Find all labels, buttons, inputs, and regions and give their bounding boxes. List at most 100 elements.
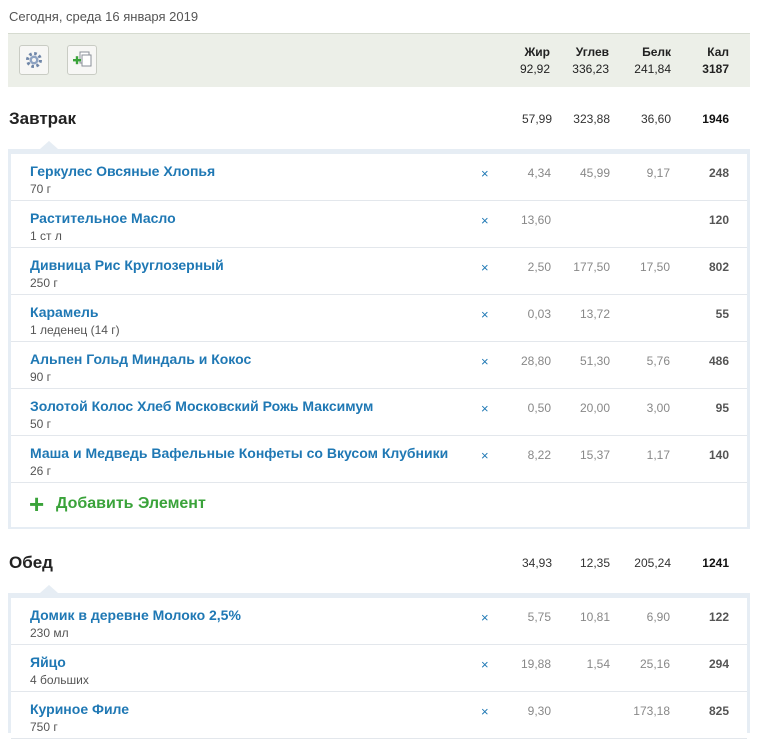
food-row: Золотой Колос Хлеб Московский Рожь Макси… [11,389,747,436]
food-fat: 9,30 [527,704,551,718]
food-carbs: 45,99 [579,166,610,180]
food-protein: 6,90 [646,610,670,624]
food-row: Дивница Рис Круглозерный 250 г × 2,50 177,50… [11,248,747,295]
food-fat: 0,50 [527,401,551,415]
meal-list-lunch: Домик в деревне Молоко 2,5% 230 мл × 5,75 10… [8,593,750,739]
meal-cal-breakfast: 1946 [702,112,729,126]
meal-caret [40,585,58,593]
food-row: Геркулес Овсяные Хлопья 70 г × 4,34 45,99 9,1… [11,154,747,201]
delete-icon[interactable]: × [481,260,489,275]
food-carbs: 1,54 [586,657,610,671]
meal-fat-lunch: 34,93 [521,556,552,570]
settings-button[interactable] [19,45,49,75]
food-protein: 1,17 [646,448,670,462]
delete-icon[interactable]: × [481,166,489,181]
delete-icon[interactable]: × [481,704,489,719]
meal-protein-lunch: 205,24 [634,556,671,570]
meal-list-breakfast: Геркулес Овсяные Хлопья 70 г × 4,34 45,99 9,1… [8,149,750,529]
food-cal: 486 [708,354,729,368]
food-name-link[interactable]: Золотой Колос Хлеб Московский Рожь Макси… [30,398,373,414]
food-row: Альпен Гольд Миндаль и Кокос 90 г × 28,80 51… [11,342,747,389]
food-fat: 13,60 [520,213,551,227]
food-name-link[interactable]: Растительное Масло [30,210,176,226]
food-cal: 294 [708,657,729,671]
food-fat: 4,34 [527,166,551,180]
header-protein: Белк [642,45,671,59]
delete-icon[interactable]: × [481,307,489,322]
food-row: Растительное Масло 1 ст л × 13,60 120 [11,201,747,248]
add-copy-button[interactable] [67,45,97,75]
food-carbs: 13,72 [579,307,610,321]
header-carbs: Углев [575,45,609,59]
delete-icon[interactable]: × [481,657,489,672]
meal-fat-breakfast: 57,99 [521,112,552,126]
food-name-link[interactable]: Яйцо [30,654,66,670]
food-row: Карамель 1 леденец (14 г) × 0,03 13,72 55 [11,295,747,342]
header-fat: Жир [524,45,550,59]
food-fat: 0,03 [527,307,551,321]
total-cal: 3187 [702,62,729,76]
meal-carbs-lunch: 12,35 [579,556,610,570]
food-cal: 140 [708,448,729,462]
meal-cal-lunch: 1241 [702,556,729,570]
food-portion: 90 г [30,370,52,384]
food-carbs: 15,37 [579,448,610,462]
food-portion: 50 г [30,417,52,431]
date-label: Сегодня, среда 16 января 2019 [9,9,199,24]
food-portion: 750 г [30,720,58,734]
food-portion: 70 г [30,182,52,196]
food-cal: 825 [708,704,729,718]
food-name-link[interactable]: Карамель [30,304,98,320]
food-protein: 173,18 [633,704,670,718]
food-portion: 250 г [30,276,58,290]
food-fat: 2,50 [527,260,551,274]
food-cal: 55 [715,307,729,321]
delete-icon[interactable]: × [481,213,489,228]
food-portion: 1 леденец (14 г) [30,323,120,337]
food-row: Яйцо 4 больших × 19,88 1,54 25,16 294 [11,645,747,692]
meal-caret [40,141,58,149]
food-protein: 17,50 [639,260,670,274]
header-cal: Кал [707,45,729,59]
meal-title-lunch: Обед [9,553,53,572]
meal-list-inner: Геркулес Овсяные Хлопья 70 г × 4,34 45,99 9,1… [11,154,747,527]
gear-icon [26,52,42,68]
delete-icon[interactable]: × [481,354,489,369]
food-name-link[interactable]: Куриное Филе [30,701,129,717]
meal-title-breakfast: Завтрак [9,109,77,128]
food-portion: 230 мл [30,626,69,640]
food-carbs: 177,50 [573,260,610,274]
food-portion: 26 г [30,464,52,478]
food-portion: 4 больших [30,673,89,687]
food-protein: 9,17 [646,166,670,180]
food-carbs: 20,00 [579,401,610,415]
meal-list-inner: Домик в деревне Молоко 2,5% 230 мл × 5,75 10… [11,598,747,739]
add-copy-icon [73,51,92,67]
food-name-link[interactable]: Домик в деревне Молоко 2,5% [30,607,241,623]
food-row: Куриное Филе 750 г × 9,30 173,18 825 [11,692,747,739]
food-row: Домик в деревне Молоко 2,5% 230 мл × 5,75 10… [11,598,747,645]
add-item-label: Добавить Элемент [56,495,206,512]
add-item-button[interactable]: + Добавить Элемент [11,483,747,527]
total-carbs: 336,23 [572,62,609,76]
food-portion: 1 ст л [30,229,62,243]
food-cal: 248 [708,166,729,180]
delete-icon[interactable]: × [481,448,489,463]
food-protein: 25,16 [639,657,670,671]
food-protein: 5,76 [646,354,670,368]
food-name-link[interactable]: Альпен Гольд Миндаль и Кокос [30,351,251,367]
food-cal: 120 [708,213,729,227]
food-fat: 19,88 [520,657,551,671]
food-fat: 28,80 [520,354,551,368]
food-row: Маша и Медведь Вафельные Конфеты со Вкус… [11,436,747,483]
food-cal: 95 [715,401,729,415]
food-name-link[interactable]: Маша и Медведь Вафельные Конфеты со Вкус… [30,445,448,461]
food-cal: 802 [708,260,729,274]
delete-icon[interactable]: × [481,401,489,416]
total-fat: 92,92 [519,62,550,76]
delete-icon[interactable]: × [481,610,489,625]
food-name-link[interactable]: Дивница Рис Круглозерный [30,257,224,273]
food-name-link[interactable]: Геркулес Овсяные Хлопья [30,163,215,179]
meal-carbs-breakfast: 323,88 [573,112,610,126]
toolbar: Жир Углев Белк Кал 92,92 336,23 241,84 3… [8,33,750,87]
